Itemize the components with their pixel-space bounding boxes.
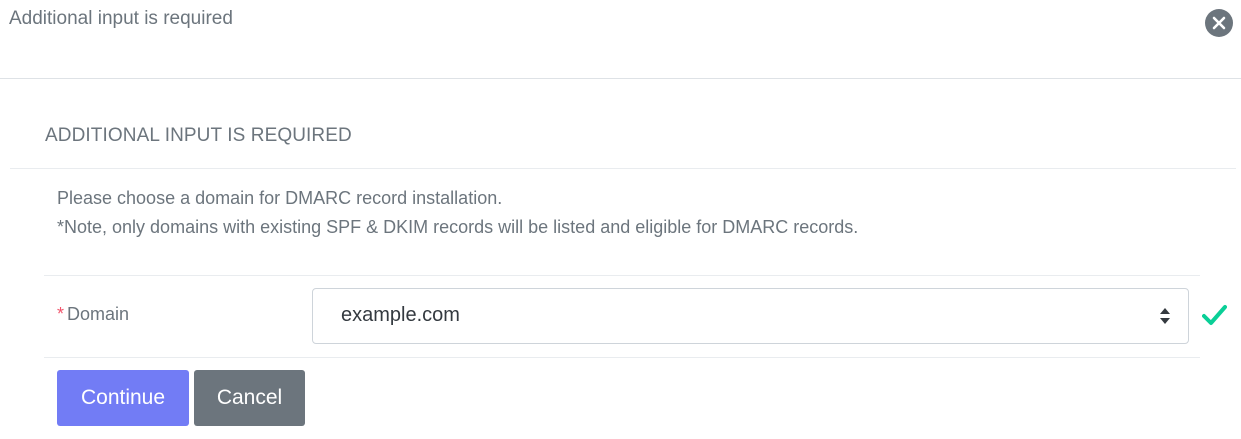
checkmark-icon: [1202, 305, 1227, 325]
description: Please choose a domain for DMARC record …: [57, 184, 858, 242]
cancel-button[interactable]: Cancel: [194, 370, 305, 426]
required-marker: *: [57, 304, 65, 324]
description-line-2: *Note, only domains with existing SPF & …: [57, 217, 859, 237]
form-row-divider-bottom: [44, 357, 1200, 358]
domain-select[interactable]: example.com: [312, 288, 1189, 344]
section-title: ADDITIONAL INPUT IS REQUIRED: [45, 125, 352, 146]
domain-select-value: example.com: [341, 304, 460, 326]
domain-label: * Domain: [57, 304, 129, 325]
close-icon: [1212, 16, 1226, 30]
sort-arrows-icon: [1160, 308, 1170, 324]
description-line-1: Please choose a domain for DMARC record …: [57, 188, 503, 208]
form-row-divider-top: [44, 275, 1200, 276]
close-button[interactable]: [1205, 9, 1233, 37]
modal-title: Additional input is required: [9, 8, 233, 29]
modal-header: Additional input is required: [0, 0, 1241, 79]
domain-label-text: Domain: [67, 304, 130, 324]
section-divider: [10, 168, 1236, 169]
continue-button[interactable]: Continue: [57, 370, 189, 426]
